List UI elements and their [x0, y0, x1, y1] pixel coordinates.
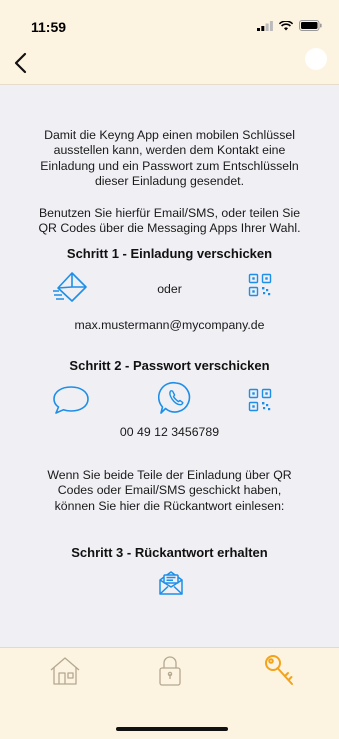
lock-icon[interactable]	[153, 654, 187, 688]
recipient-phone: 00 49 12 3456789	[119, 425, 220, 439]
status-time: 11:59	[31, 19, 67, 35]
whatsapp-icon[interactable]	[158, 380, 194, 416]
step3-intro-line-2: Codes oder Email/SMS geschickt haben,	[57, 483, 282, 498]
step3-intro-text: Wenn Sie beide Teile der Einladung über …	[18, 468, 321, 514]
back-chevron-icon[interactable]	[10, 50, 34, 76]
or-label: oder	[157, 282, 182, 296]
home-icon[interactable]	[48, 654, 82, 688]
step3-intro-line-3: können Sie hier die Rückantwort einlesen…	[54, 498, 285, 513]
intro-line-4: dieser Einladung gesendet.	[94, 174, 245, 189]
envelope-read-icon[interactable]	[157, 569, 185, 597]
signal-icon	[257, 20, 273, 31]
status-bar: 11:59	[0, 0, 339, 44]
sms-bubble-icon[interactable]	[51, 385, 91, 415]
status-icons	[257, 20, 322, 31]
step1-title: Schritt 1 - Einladung verschicken	[66, 246, 273, 261]
step3-title: Schritt 3 - Rückantwort erhalten	[71, 545, 268, 560]
intro2-line-2: QR Codes über die Messaging Apps Ihrer W…	[38, 221, 301, 236]
key-icon[interactable]	[263, 654, 297, 688]
qr-code-icon[interactable]	[248, 273, 272, 297]
tab-bar	[0, 647, 339, 739]
step3-intro-line-1: Wenn Sie beide Teile der Einladung über …	[47, 468, 292, 482]
recipient-email: max.mustermann@mycompany.de	[74, 318, 265, 332]
home-indicator	[116, 727, 228, 731]
navigation-bar	[0, 44, 339, 85]
qr-code-icon[interactable]	[248, 388, 272, 412]
intro-line-3: Einladung und ein Passwort zum Entschlüs…	[40, 158, 299, 173]
battery-icon	[299, 20, 322, 31]
intro2-line-1: Benutzen Sie hierfür Email/SMS, oder tei…	[38, 206, 301, 220]
intro-text-2: Benutzen Sie hierfür Email/SMS, oder tei…	[18, 206, 321, 237]
intro-line-1: Damit die Keyng App einen mobilen Schlüs…	[44, 128, 295, 142]
invitation-content: Damit die Keyng App einen mobilen Schlüs…	[0, 85, 339, 645]
intro-text: Damit die Keyng App einen mobilen Schlüs…	[18, 128, 321, 190]
step2-title: Schritt 2 - Passwort verschicken	[69, 358, 270, 373]
wifi-icon	[279, 20, 293, 30]
intro-line-2: ausstellen kann, werden dem Kontakt eine	[53, 143, 286, 158]
profile-circle-button[interactable]	[305, 48, 327, 70]
